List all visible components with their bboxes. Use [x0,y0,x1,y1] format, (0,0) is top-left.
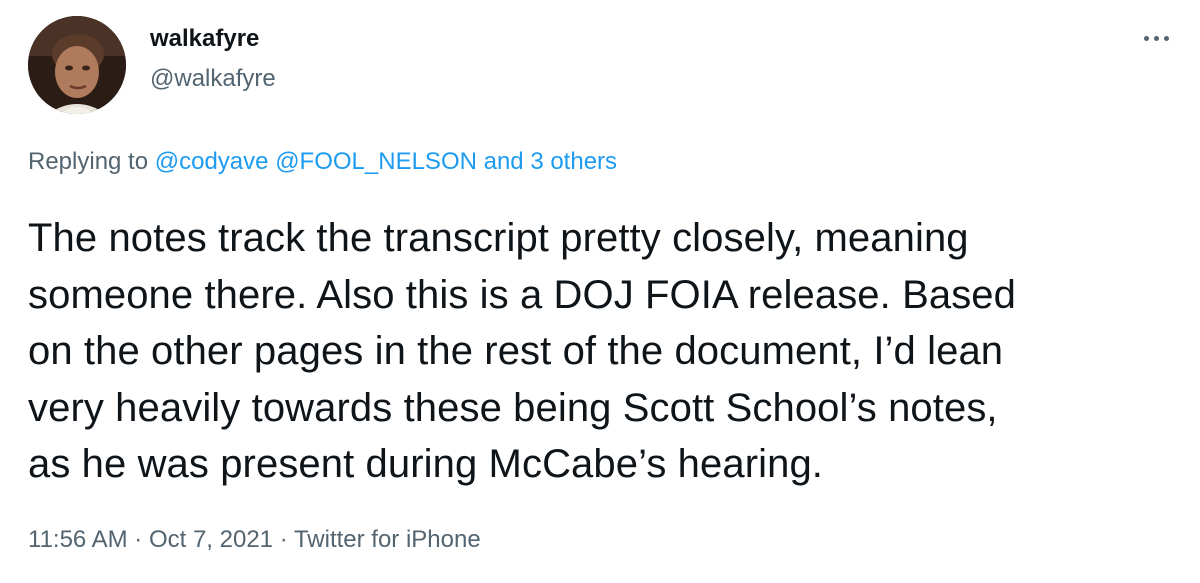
mention-link[interactable]: @FOOL_NELSON [275,148,477,175]
tweet-source[interactable]: Twitter for iPhone [294,526,481,553]
tweet-date[interactable]: Oct 7, 2021 [149,526,273,553]
meta-separator: · [127,526,149,553]
tweet-text: The notes track the transcript pretty cl… [28,210,1178,493]
author-handle[interactable]: @walkafyre [150,64,276,94]
more-dot [1143,35,1149,41]
tweet-text-line: The notes track the transcript pretty cl… [28,216,969,260]
tweet-time[interactable]: 11:56 AM [28,526,128,553]
avatar-image [28,16,126,114]
tweet-text-line: someone there. Also this is a DOJ FOIA r… [28,272,1016,317]
tweet-text-line: very heavily towards these being Scott S… [28,385,998,430]
meta-separator: · [273,526,294,553]
tweet-text-line: on the other pages in the rest of the do… [28,329,1004,373]
tweet-metadata: 11:56 AM · Oct 7, 2021 · Twitter for iPh… [28,525,481,555]
replying-to: Replying to @codyave @FOOL_NELSON and 3 … [28,147,617,177]
more-dot [1163,35,1169,41]
tweet-text-line: as he was present during McCabe’s hearin… [28,442,824,486]
more-dot [1153,35,1159,41]
mention-link[interactable]: @codyave [155,148,269,175]
more-horizontal-icon[interactable] [1136,26,1176,50]
replying-prefix: Replying to [28,148,149,175]
others-link[interactable]: and 3 others [484,148,617,175]
tweet-card: walkafyre @walkafyre Replying to @codyav… [0,0,1200,583]
avatar[interactable] [28,16,126,114]
author-display-name[interactable]: walkafyre [150,24,259,54]
